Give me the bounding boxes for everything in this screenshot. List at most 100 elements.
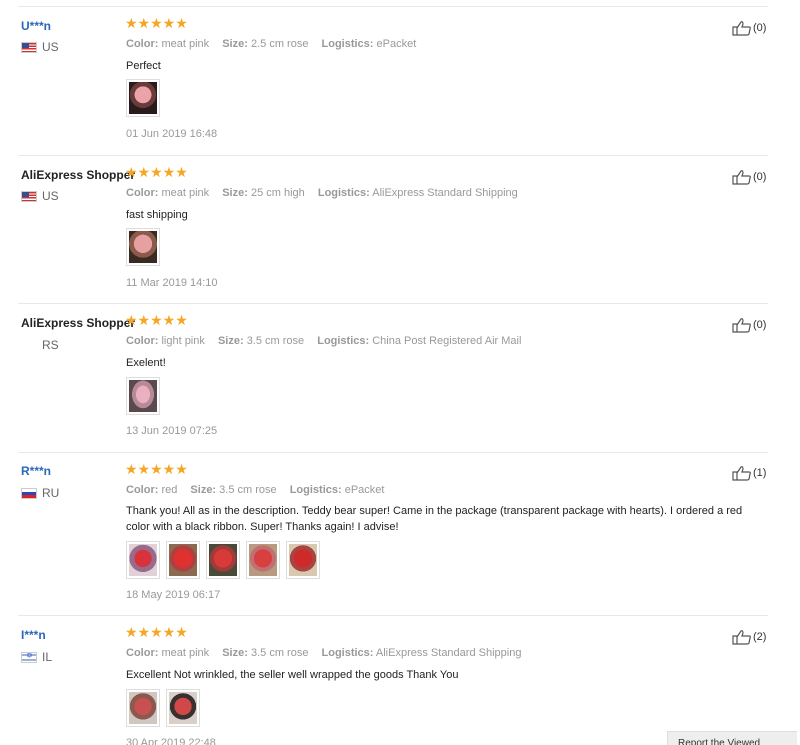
thumbs-up-icon — [732, 170, 751, 185]
review-photos — [126, 377, 160, 415]
logistics-label: Logistics: — [321, 647, 374, 659]
helpful-count: (1) — [753, 467, 767, 479]
color-value: meat pink — [161, 38, 210, 50]
order-attributes: Color: meat pink Size: 2.5 cm rose Logis… — [126, 38, 416, 50]
review-photo[interactable] — [126, 377, 160, 415]
report-viewed-button[interactable]: Report the Viewed — [667, 731, 797, 745]
order-attributes: Color: red Size: 3.5 cm rose Logistics: … — [126, 484, 384, 496]
divider — [18, 303, 768, 304]
review-photo[interactable] — [206, 541, 240, 579]
logistics-label: Logistics: — [321, 38, 374, 50]
flag-icon — [21, 340, 37, 351]
thumbs-up-icon — [732, 21, 751, 36]
review-photo[interactable] — [126, 689, 160, 727]
size-value: 3.5 cm rose — [250, 647, 309, 659]
helpful-count: (0) — [753, 171, 767, 183]
review-photos — [126, 689, 200, 727]
star-rating: ★★★★★ — [125, 462, 188, 478]
color-value: meat pink — [161, 647, 210, 659]
reviewer-name: AliExpress Shopper — [21, 316, 136, 330]
review-date: 18 May 2019 06:17 — [126, 589, 221, 601]
reviewer-country: IL — [21, 650, 52, 664]
size-label: Size: — [222, 38, 248, 50]
review-date: 11 Mar 2019 14:10 — [126, 277, 218, 289]
reviewer-country: RU — [21, 486, 59, 500]
review-photos — [126, 541, 320, 579]
size-label: Size: — [217, 335, 244, 347]
reviewer-name[interactable]: U***n — [21, 19, 51, 33]
size-label: Size: — [222, 647, 248, 659]
review-text: Exelent! — [126, 357, 166, 369]
logistics-value: AliExpress Standard Shipping — [375, 647, 522, 659]
country-code: US — [42, 189, 59, 203]
review-text: Thank you! All as in the description. Te… — [126, 505, 743, 533]
us-flag-icon — [21, 41, 37, 53]
thumbs-up-icon — [732, 630, 751, 645]
country-code: IL — [42, 650, 53, 664]
reviewer-name[interactable]: R***n — [21, 464, 51, 478]
review-date: 01 Jun 2019 16:48 — [126, 128, 218, 140]
country-code: RU — [42, 486, 60, 500]
reviewer-name[interactable]: I***n — [21, 628, 46, 642]
divider — [18, 615, 768, 616]
reviewer-name: AliExpress Shopper — [21, 168, 136, 182]
review-date: 13 Jun 2019 07:25 — [126, 425, 218, 437]
review-photos — [126, 79, 160, 117]
thumbs-up-icon — [732, 318, 751, 333]
review-photo[interactable] — [166, 541, 200, 579]
reviewer-country: US — [21, 40, 59, 54]
divider — [18, 155, 768, 156]
size-label: Size: — [190, 484, 217, 496]
helpful-count: (2) — [753, 631, 767, 643]
thumbs-up-icon — [732, 466, 751, 481]
helpful-button[interactable]: (2) — [732, 629, 766, 645]
country-code: RS — [42, 338, 59, 352]
il-flag-icon — [21, 651, 37, 663]
review-photo[interactable] — [126, 228, 160, 266]
logistics-label: Logistics: — [317, 335, 370, 347]
review-text: Perfect — [126, 60, 161, 72]
helpful-button[interactable]: (1) — [732, 465, 766, 481]
logistics-label: Logistics: — [289, 484, 342, 496]
reviewer-country: US — [21, 189, 59, 203]
helpful-button[interactable]: (0) — [732, 169, 766, 185]
review-photo[interactable] — [126, 79, 160, 117]
helpful-count: (0) — [753, 22, 767, 34]
review-text: fast shipping — [126, 209, 188, 221]
order-attributes: Color: light pink Size: 3.5 cm rose Logi… — [126, 335, 521, 347]
logistics-value: ePacket — [344, 484, 385, 496]
color-label: Color: — [126, 484, 159, 496]
order-attributes: Color: meat pink Size: 25 cm high Logist… — [126, 187, 518, 199]
helpful-button[interactable]: (0) — [732, 317, 766, 333]
color-label: Color: — [126, 335, 159, 347]
size-value: 25 cm high — [250, 187, 305, 199]
review-photo[interactable] — [166, 689, 200, 727]
reviewer-country: RS — [21, 338, 59, 352]
review-photo[interactable] — [246, 541, 280, 579]
color-value: light pink — [161, 335, 205, 347]
logistics-value: China Post Registered Air Mail — [372, 335, 522, 347]
star-rating: ★★★★★ — [125, 16, 188, 32]
divider — [18, 452, 768, 453]
star-rating: ★★★★★ — [125, 165, 188, 181]
review-photo[interactable] — [126, 541, 160, 579]
size-value: 2.5 cm rose — [250, 38, 309, 50]
logistics-label: Logistics: — [317, 187, 370, 199]
helpful-button[interactable]: (0) — [732, 20, 766, 36]
color-label: Color: — [126, 647, 159, 659]
star-rating: ★★★★★ — [125, 625, 188, 641]
helpful-count: (0) — [753, 319, 767, 331]
color-label: Color: — [126, 38, 159, 50]
review-date: 30 Apr 2019 22:48 — [126, 737, 216, 745]
logistics-value: ePacket — [376, 38, 417, 50]
color-value: meat pink — [161, 187, 210, 199]
ru-flag-icon — [21, 487, 37, 499]
country-code: US — [42, 40, 59, 54]
order-attributes: Color: meat pink Size: 3.5 cm rose Logis… — [126, 647, 521, 659]
size-value: 3.5 cm rose — [246, 335, 305, 347]
review-photo[interactable] — [286, 541, 320, 579]
star-rating: ★★★★★ — [125, 313, 188, 329]
size-value: 3.5 cm rose — [219, 484, 277, 496]
size-label: Size: — [222, 187, 248, 199]
color-value: red — [161, 484, 178, 496]
